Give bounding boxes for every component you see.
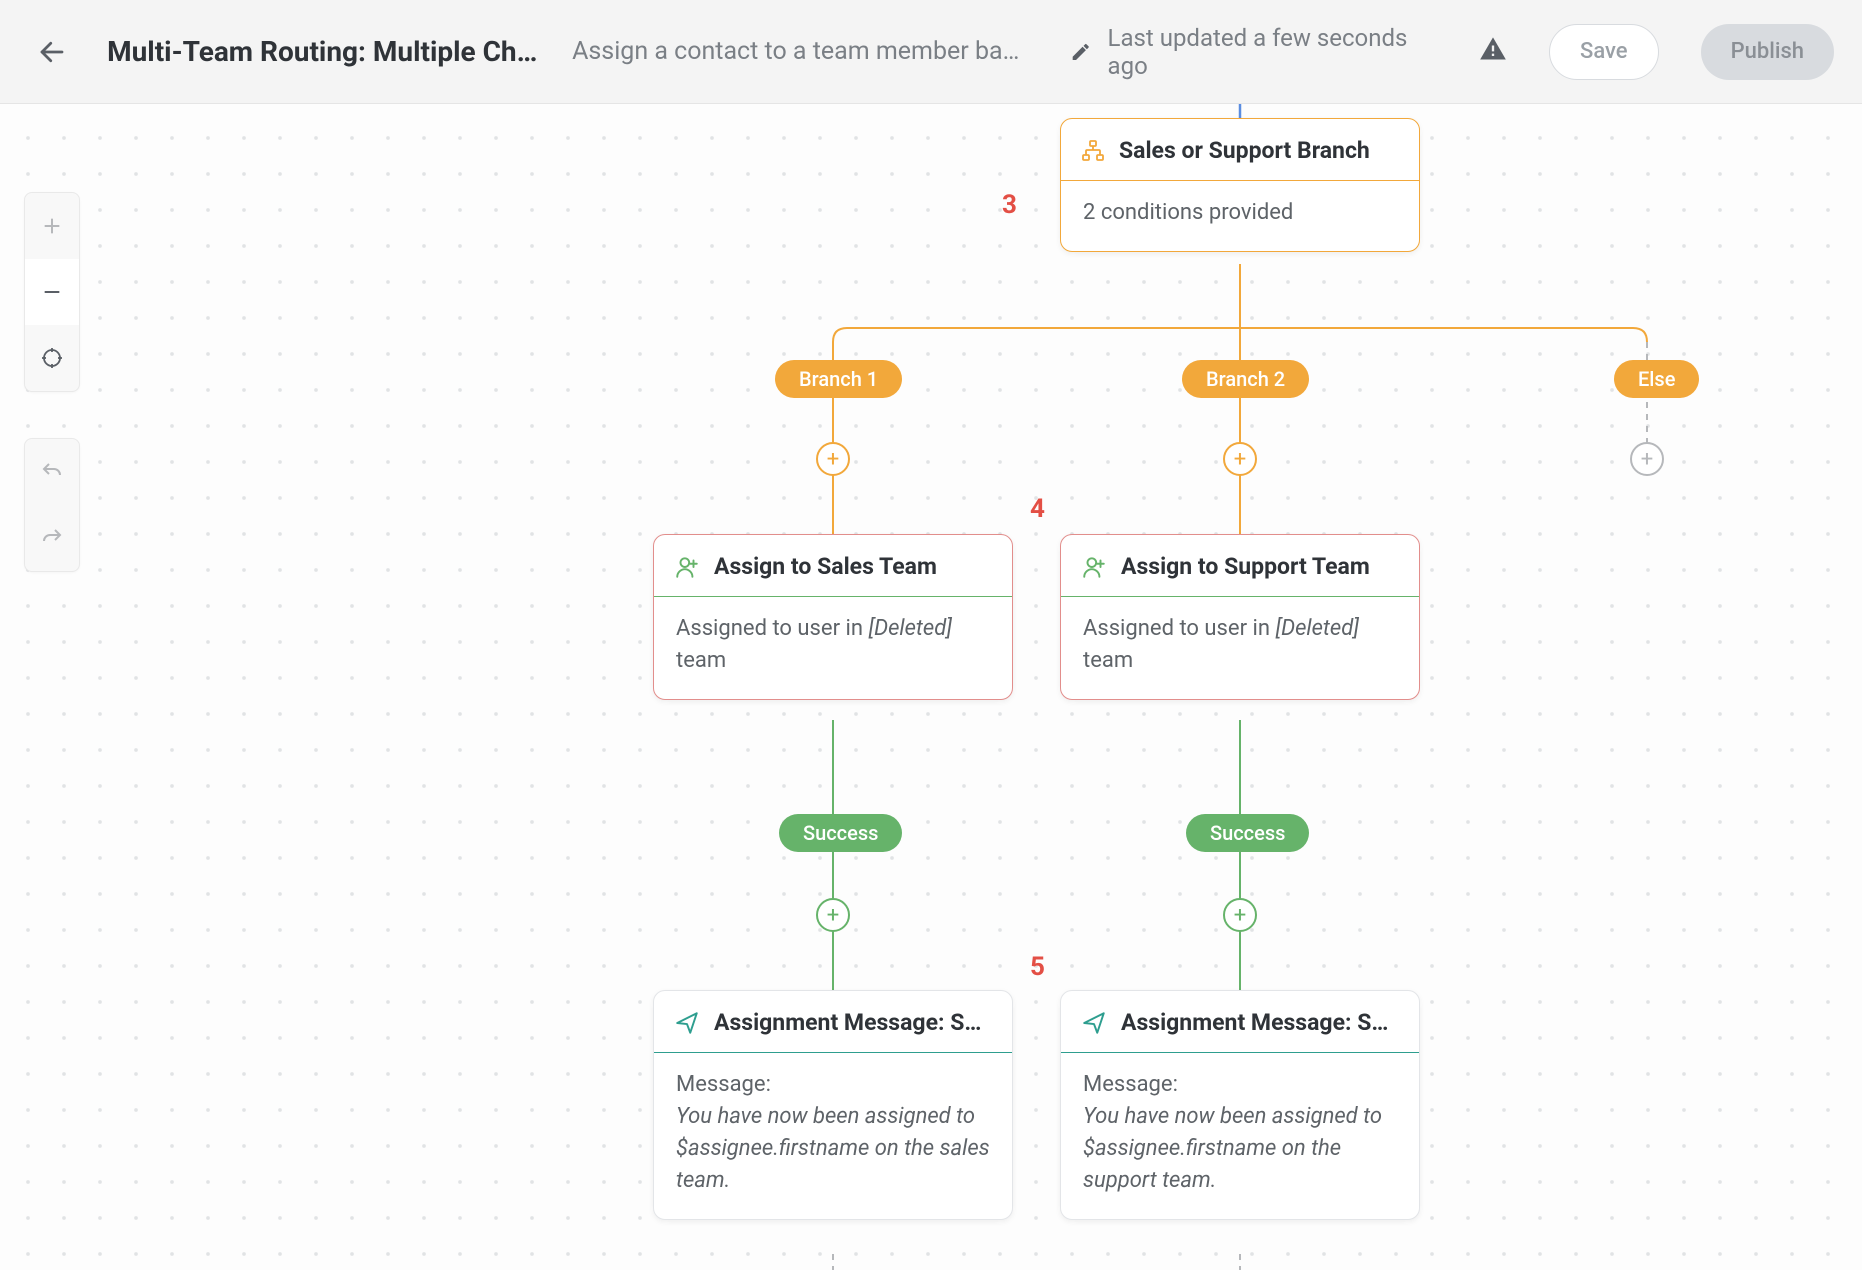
redo-icon	[40, 526, 64, 550]
success-pill-support: Success	[1186, 814, 1309, 852]
recenter-button[interactable]	[24, 325, 80, 391]
add-step-branch-1[interactable]: +	[816, 442, 850, 476]
send-icon	[1081, 1010, 1107, 1036]
branch-root-node[interactable]: Sales or Support Branch 2 conditions pro…	[1060, 118, 1420, 252]
zoom-out-button[interactable]	[25, 259, 79, 325]
save-button[interactable]: Save	[1549, 24, 1659, 80]
message-sales-title: Assignment Message: S…	[714, 1009, 981, 1036]
last-updated-text: Last updated a few seconds ago	[1108, 24, 1445, 80]
workflow-title[interactable]: Multi-Team Routing: Multiple Choice …	[107, 35, 552, 68]
crosshair-icon	[40, 346, 64, 370]
last-updated: Last updated a few seconds ago	[1070, 24, 1507, 80]
warning-icon[interactable]	[1479, 35, 1507, 69]
step-4-label: 4	[1030, 494, 1045, 524]
assign-support-node[interactable]: Assign to Support Team Assigned to user …	[1060, 534, 1420, 700]
assign-sales-title: Assign to Sales Team	[714, 553, 937, 580]
branch-1-pill[interactable]: Branch 1	[775, 360, 902, 398]
undo-icon	[40, 460, 64, 484]
pencil-icon	[1070, 41, 1091, 63]
else-pill[interactable]: Else	[1614, 360, 1699, 398]
back-button[interactable]	[30, 30, 73, 74]
branch-2-pill[interactable]: Branch 2	[1182, 360, 1309, 398]
add-step-branch-2[interactable]: +	[1223, 442, 1257, 476]
redo-button[interactable]	[24, 505, 80, 571]
branch-root-body: 2 conditions provided	[1061, 181, 1419, 251]
plus-icon	[41, 215, 63, 237]
message-support-title: Assignment Message: S…	[1121, 1009, 1388, 1036]
step-5-label: 5	[1030, 952, 1045, 982]
send-icon	[674, 1010, 700, 1036]
zoom-panel	[24, 192, 80, 392]
publish-button[interactable]: Publish	[1701, 24, 1834, 80]
assign-sales-body: Assigned to user in [Deleted] team	[654, 597, 1012, 699]
minus-icon	[41, 281, 63, 303]
assign-support-body: Assigned to user in [Deleted] team	[1061, 597, 1419, 699]
workflow-canvas[interactable]: 3 4 5 Sales or Support Branch 2 conditio…	[0, 104, 1862, 1270]
header-bar: Multi-Team Routing: Multiple Choice … As…	[0, 0, 1862, 104]
assign-sales-node[interactable]: Assign to Sales Team Assigned to user in…	[653, 534, 1013, 700]
message-sales-body: Message: You have now been assigned to $…	[654, 1053, 1012, 1219]
step-3-label: 3	[1002, 190, 1017, 220]
branch-root-title: Sales or Support Branch	[1119, 137, 1370, 164]
undo-button[interactable]	[24, 439, 80, 505]
message-support-body: Message: You have now been assigned to $…	[1061, 1053, 1419, 1219]
assign-user-icon	[1081, 554, 1107, 580]
message-support-node[interactable]: Assignment Message: S… Message: You have…	[1060, 990, 1420, 1220]
assign-support-title: Assign to Support Team	[1121, 553, 1370, 580]
zoom-in-button[interactable]	[24, 193, 80, 259]
undo-panel	[24, 438, 80, 572]
workflow-subtitle: Assign a contact to a team member base…	[572, 37, 1022, 66]
add-step-else[interactable]: +	[1630, 442, 1664, 476]
add-step-support-success[interactable]: +	[1223, 898, 1257, 932]
branch-icon	[1081, 139, 1105, 163]
add-step-sales-success[interactable]: +	[816, 898, 850, 932]
success-pill-sales: Success	[779, 814, 902, 852]
message-sales-node[interactable]: Assignment Message: S… Message: You have…	[653, 990, 1013, 1220]
assign-user-icon	[674, 554, 700, 580]
arrow-left-icon	[37, 37, 67, 67]
